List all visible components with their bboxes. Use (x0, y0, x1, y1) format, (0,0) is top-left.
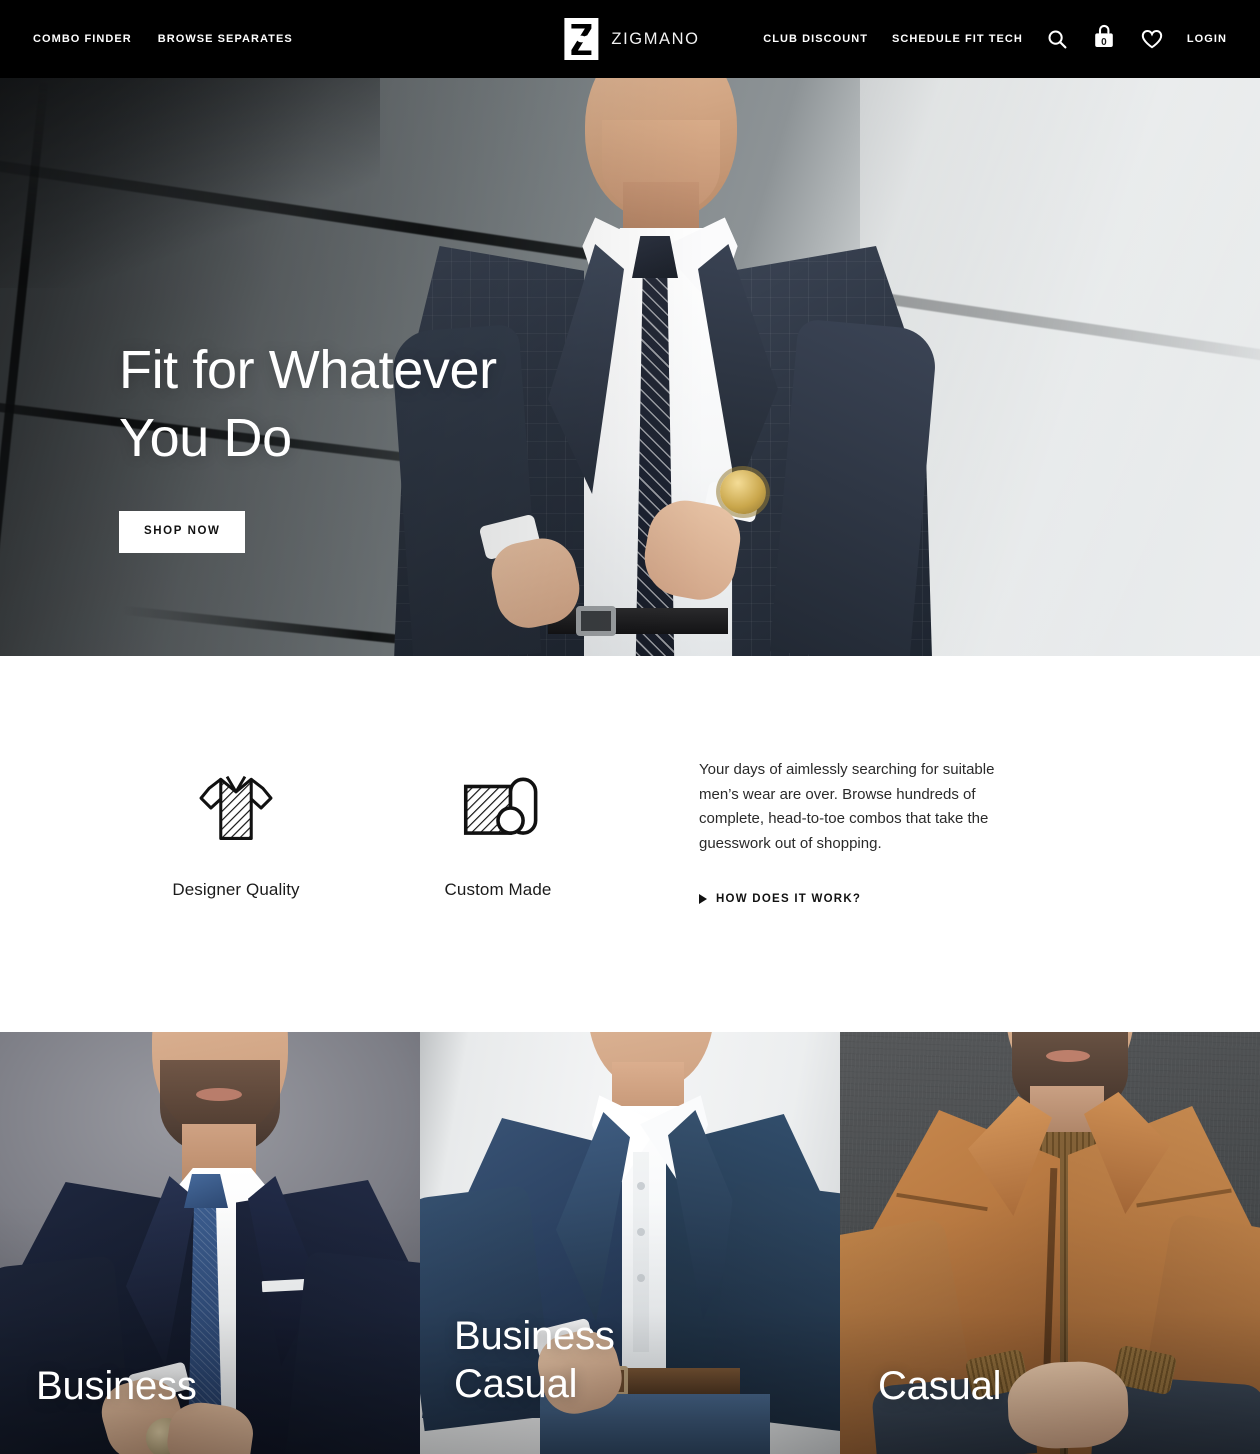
primary-nav-right: CLUB DISCOUNT SCHEDULE FIT TECH 0 LOGIN (763, 23, 1227, 55)
nav-schedule-fit-tech[interactable]: SCHEDULE FIT TECH (892, 33, 1023, 45)
feature-custom-made: Custom Made (367, 656, 629, 1032)
tshirt-icon (193, 768, 279, 848)
feature-label: Custom Made (444, 880, 552, 899)
hero-content: Fit for Whatever You Do SHOP NOW (119, 336, 497, 553)
shop-now-button[interactable]: SHOP NOW (119, 511, 246, 553)
card-label: Business Casual (454, 1314, 615, 1406)
feature-designer-quality: Designer Quality (105, 656, 367, 1032)
how-does-it-work-label: HOW DOES IT WORK? (716, 893, 862, 906)
card-label: Casual (878, 1364, 1002, 1408)
fabric-roll-icon (455, 768, 541, 848)
play-triangle-icon (699, 894, 707, 905)
card-label: Business (36, 1364, 197, 1408)
feature-label: Designer Quality (172, 880, 300, 899)
brand-name: ZIGMANO (611, 29, 700, 48)
primary-nav-left: COMBO FINDER BROWSE SEPARATES (0, 33, 293, 45)
how-does-it-work-link[interactable]: HOW DOES IT WORK? (699, 893, 1029, 905)
nav-club-discount[interactable]: CLUB DISCOUNT (763, 33, 868, 45)
site-header: COMBO FINDER BROWSE SEPARATES ZIGMANO CL… (0, 0, 1260, 78)
search-icon[interactable] (1047, 29, 1067, 49)
category-card-business-casual[interactable]: Business Casual (420, 1032, 840, 1454)
hero-title: Fit for Whatever You Do (119, 340, 497, 468)
features-copy: Your days of aimlessly searching for sui… (699, 656, 1029, 1032)
features-section: Designer Quality Custom Made Your days o… (0, 656, 1260, 1032)
login-link[interactable]: LOGIN (1187, 33, 1227, 45)
category-card-business[interactable]: Business (0, 1032, 420, 1454)
category-cards: Business Business Casual Casual (0, 1032, 1260, 1454)
z-logo-icon (560, 16, 602, 62)
hero-section: Fit for Whatever You Do SHOP NOW (0, 78, 1260, 656)
heart-icon[interactable] (1141, 29, 1163, 49)
shopping-bag-icon[interactable]: 0 (1091, 23, 1117, 55)
category-card-casual[interactable]: Casual (840, 1032, 1260, 1454)
nav-browse-separates[interactable]: BROWSE SEPARATES (158, 33, 293, 45)
features-paragraph: Your days of aimlessly searching for sui… (699, 761, 995, 852)
homepage: COMBO FINDER BROWSE SEPARATES ZIGMANO CL… (0, 0, 1260, 1454)
nav-combo-finder[interactable]: COMBO FINDER (33, 33, 132, 45)
brand-logo[interactable]: ZIGMANO (560, 16, 699, 62)
